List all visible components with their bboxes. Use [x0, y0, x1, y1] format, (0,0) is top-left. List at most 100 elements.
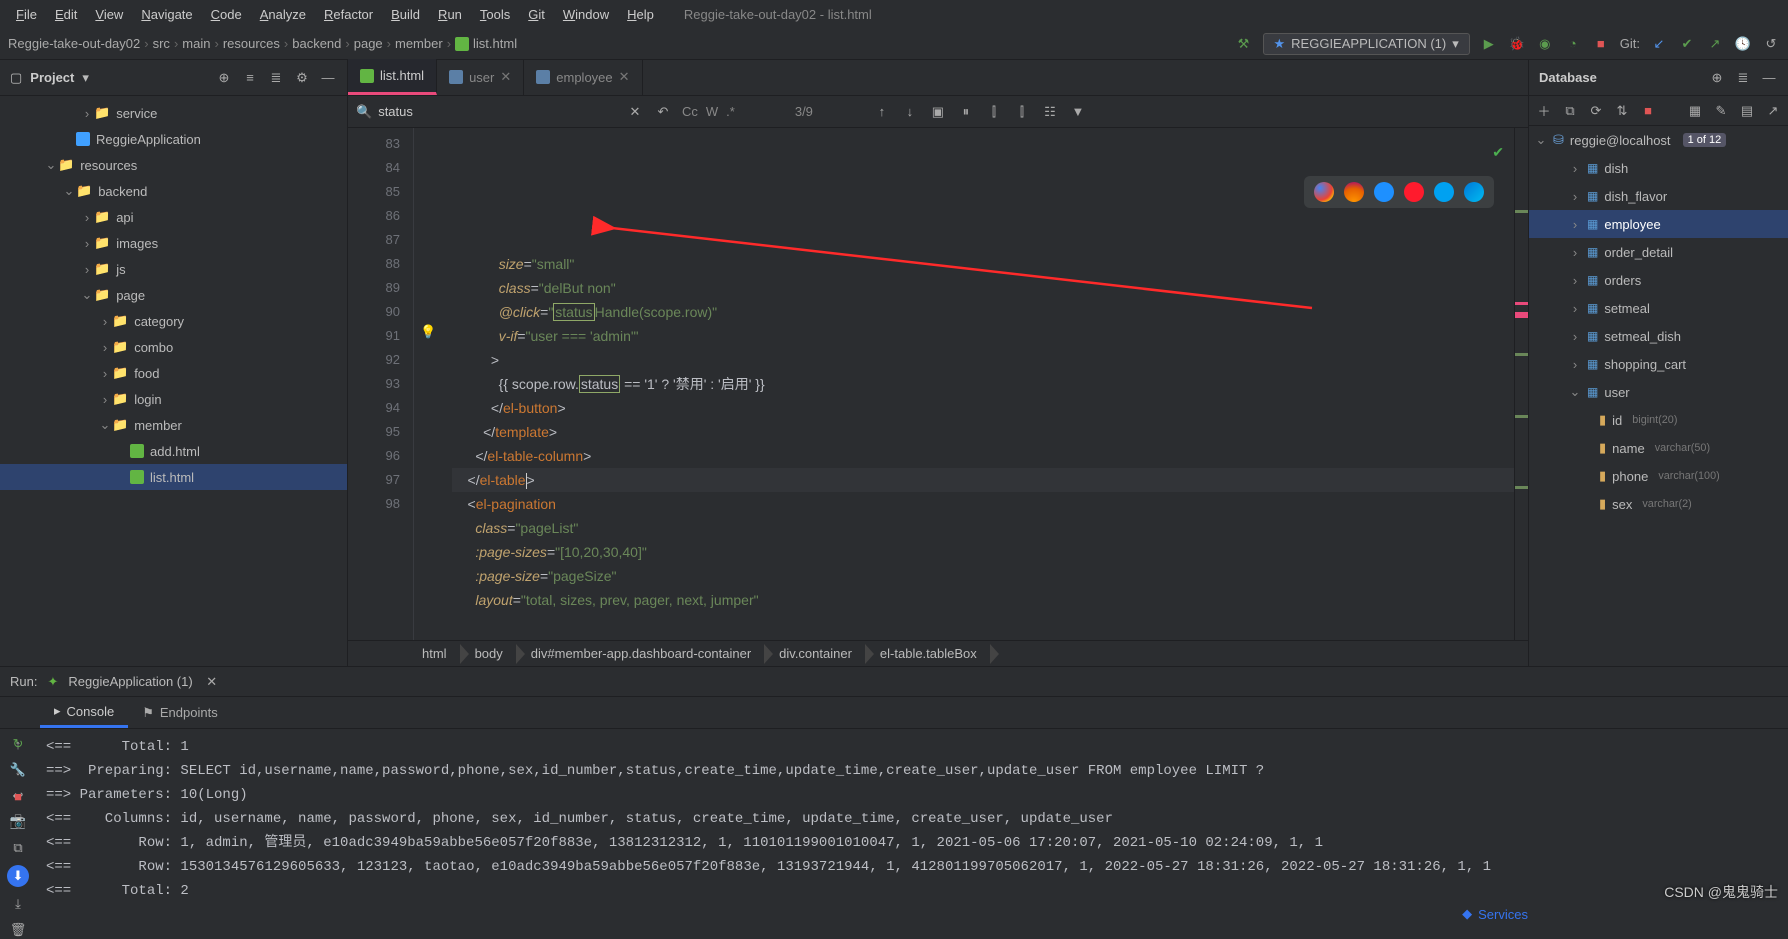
opera-icon[interactable]: [1404, 182, 1424, 202]
code-line-85[interactable]: @click="statusHandle(scope.row)": [452, 300, 1514, 324]
ie-icon[interactable]: [1434, 182, 1454, 202]
code-editor[interactable]: ✔ size="small" class="delBut non" @click…: [442, 128, 1514, 640]
tree-item-list.html[interactable]: list.html: [0, 464, 347, 490]
menu-help[interactable]: Help: [619, 5, 662, 24]
structure-crumb[interactable]: div.container: [765, 641, 866, 666]
code-line-96[interactable]: :page-size="pageSize": [452, 564, 1514, 588]
profile-icon[interactable]: ◔: [1564, 35, 1582, 53]
db-table-orders[interactable]: ›▦orders: [1529, 266, 1788, 294]
inspection-ok-icon[interactable]: ✔: [1492, 140, 1504, 164]
run-close-icon[interactable]: ✕: [203, 673, 221, 691]
code-line-95[interactable]: :page-sizes="[10,20,30,40]": [452, 540, 1514, 564]
db-table-dish_flavor[interactable]: ›▦dish_flavor: [1529, 182, 1788, 210]
db-plus-icon[interactable]: ＋: [1535, 102, 1553, 120]
menu-refactor[interactable]: Refactor: [316, 5, 381, 24]
db-expand-icon[interactable]: ≣: [1734, 69, 1752, 87]
find-query[interactable]: status: [378, 104, 413, 119]
db-more-icon[interactable]: ↗: [1764, 102, 1782, 120]
git-commit-icon[interactable]: ✔: [1678, 35, 1696, 53]
project-tree[interactable]: ›📁serviceReggieApplication⌄📁resources⌄📁b…: [0, 96, 347, 666]
db-add-icon[interactable]: ⊕: [1708, 69, 1726, 87]
breadcrumb-item[interactable]: backend: [292, 36, 341, 51]
db-hide-icon[interactable]: —: [1760, 69, 1778, 87]
db-column-name[interactable]: ▮namevarchar(50): [1529, 434, 1788, 462]
run-icon[interactable]: ▶: [1480, 35, 1498, 53]
db-table-user[interactable]: ⌄▦user: [1529, 378, 1788, 406]
find-filter-icon[interactable]: ▼: [1069, 103, 1087, 121]
menu-view[interactable]: View: [87, 5, 131, 24]
firefox-icon[interactable]: [1344, 182, 1364, 202]
find-opt-W[interactable]: W: [706, 104, 718, 119]
editor-tab-user[interactable]: user✕: [437, 59, 524, 95]
stop-icon[interactable]: ■: [1592, 35, 1610, 53]
console-output[interactable]: <== Total: 1 ==> Preparing: SELECT id,us…: [36, 729, 1788, 926]
tree-item-images[interactable]: ›📁images: [0, 230, 347, 256]
line-number-gutter[interactable]: 83848586878889909192939495969798: [348, 128, 408, 640]
menu-code[interactable]: Code: [203, 5, 250, 24]
editor-tab-employee[interactable]: employee✕: [524, 59, 642, 95]
find-prev-icon[interactable]: ↶: [654, 103, 672, 121]
tree-item-api[interactable]: ›📁api: [0, 204, 347, 230]
expand-all-icon[interactable]: ≡: [241, 69, 259, 87]
close-tab-icon[interactable]: ✕: [500, 69, 511, 85]
debug-icon[interactable]: 🐞: [1508, 35, 1526, 53]
db-sync-icon[interactable]: ⇅: [1613, 102, 1631, 120]
error-stripe[interactable]: [1514, 128, 1528, 640]
db-table-dish[interactable]: ›▦dish: [1529, 154, 1788, 182]
actuator-icon[interactable]: ⬇: [7, 865, 29, 887]
db-table-employee[interactable]: ›▦employee: [1529, 210, 1788, 238]
code-line-83[interactable]: size="small": [452, 252, 1514, 276]
intention-bulb-icon[interactable]: 💡: [420, 324, 436, 340]
menu-window[interactable]: Window: [555, 5, 617, 24]
code-line-86[interactable]: v-if="user === 'admin'": [452, 324, 1514, 348]
breadcrumb-item[interactable]: member: [395, 36, 443, 51]
tree-item-js[interactable]: ›📁js: [0, 256, 347, 282]
menu-run[interactable]: Run: [430, 5, 470, 24]
git-push-icon[interactable]: ↗: [1706, 35, 1724, 53]
layout-icon[interactable]: ⧉: [9, 839, 27, 857]
code-line-84[interactable]: class="delBut non": [452, 276, 1514, 300]
find-close-icon[interactable]: ✕: [626, 103, 644, 121]
trash-icon[interactable]: 🗑: [9, 921, 27, 939]
safari-icon[interactable]: [1374, 182, 1394, 202]
select-opened-icon[interactable]: ⊕: [215, 69, 233, 87]
git-update-icon[interactable]: ↙: [1650, 35, 1668, 53]
structure-crumb[interactable]: el-table.tableBox: [866, 641, 991, 666]
code-line-91[interactable]: </el-table-column>: [452, 444, 1514, 468]
tree-item-ReggieApplication[interactable]: ReggieApplication: [0, 126, 347, 152]
menu-analyze[interactable]: Analyze: [252, 5, 314, 24]
hammer-icon[interactable]: ⚒: [1235, 35, 1253, 53]
tree-item-add.html[interactable]: add.html: [0, 438, 347, 464]
chrome-icon[interactable]: [1314, 182, 1334, 202]
git-history-icon[interactable]: 🕓: [1734, 35, 1752, 53]
settings-icon[interactable]: ⚙: [293, 69, 311, 87]
find-more3-icon[interactable]: ☷: [1041, 103, 1059, 121]
structure-crumb[interactable]: html: [408, 641, 461, 666]
database-tree[interactable]: ⌄ ⛁ reggie@localhost 1 of 12 ›▦dish›▦dis…: [1529, 126, 1788, 666]
db-column-id[interactable]: ▮idbigint(20): [1529, 406, 1788, 434]
db-table-setmeal_dish[interactable]: ›▦setmeal_dish: [1529, 322, 1788, 350]
find-up-icon[interactable]: ↑: [873, 103, 891, 121]
export-icon[interactable]: ⤓: [9, 895, 27, 913]
tree-item-login[interactable]: ›📁login: [0, 386, 347, 412]
breadcrumb-item[interactable]: Reggie-take-out-day02: [8, 36, 140, 51]
run-tab-endpoints[interactable]: ⚑Endpoints: [128, 697, 231, 728]
code-line-90[interactable]: </template>: [452, 420, 1514, 444]
edge-icon[interactable]: [1464, 182, 1484, 202]
run-config-selector[interactable]: ★ REGGIEAPPLICATION (1) ▾: [1263, 33, 1470, 55]
run-tab-console[interactable]: ▸Console: [40, 697, 128, 728]
services-button[interactable]: ◆ Services: [1462, 906, 1528, 922]
code-line-94[interactable]: class="pageList": [452, 516, 1514, 540]
wrench-icon[interactable]: 🔧: [9, 761, 27, 779]
breadcrumb-item[interactable]: list.html: [473, 36, 517, 51]
rerun-icon[interactable]: ↻: [9, 735, 27, 753]
breadcrumb[interactable]: Reggie-take-out-day02›src›main›resources…: [8, 36, 517, 51]
tree-item-category[interactable]: ›📁category: [0, 308, 347, 334]
tree-item-page[interactable]: ⌄📁page: [0, 282, 347, 308]
chevron-down-icon[interactable]: ▾: [82, 70, 89, 86]
tree-item-backend[interactable]: ⌄📁backend: [0, 178, 347, 204]
db-table-setmeal[interactable]: ›▦setmeal: [1529, 294, 1788, 322]
find-select-icon[interactable]: ▣: [929, 103, 947, 121]
db-column-phone[interactable]: ▮phonevarchar(100): [1529, 462, 1788, 490]
menu-tools[interactable]: Tools: [472, 5, 518, 24]
